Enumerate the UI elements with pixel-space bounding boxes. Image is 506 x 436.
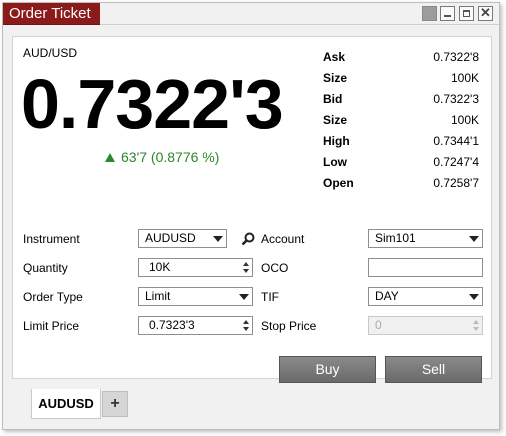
ask-label: Ask bbox=[323, 50, 346, 64]
oco-label: OCO bbox=[261, 261, 289, 275]
account-value: Sim101 bbox=[375, 231, 416, 245]
order-ticket-window: Order Ticket ✕ AUD/USD 0.7322'3 63'7 (0.… bbox=[2, 2, 500, 430]
open-label: Open bbox=[323, 176, 354, 190]
bid-size-label: Size bbox=[323, 113, 348, 127]
account-select[interactable]: Sim101 bbox=[368, 229, 483, 248]
price-change-text: 63'7 (0.8776 %) bbox=[121, 149, 220, 165]
title-bar[interactable]: Order Ticket ✕ bbox=[3, 3, 499, 25]
close-icon: ✕ bbox=[480, 5, 491, 20]
high-label: High bbox=[323, 134, 350, 148]
order-type-label: Order Type bbox=[23, 290, 83, 304]
spin-down-icon[interactable] bbox=[243, 269, 249, 273]
low-value: 0.7247'4 bbox=[433, 155, 479, 169]
maximize-button[interactable] bbox=[459, 6, 474, 21]
spin-down-icon bbox=[473, 327, 479, 331]
window-menu-icon[interactable] bbox=[422, 6, 437, 21]
high-value: 0.7344'1 bbox=[433, 134, 479, 148]
ask-size-label: Size bbox=[323, 71, 348, 85]
stop-price-value: 0 bbox=[375, 318, 382, 332]
limit-price-value: 0.7323'3 bbox=[149, 318, 195, 332]
buy-button[interactable]: Buy bbox=[279, 356, 376, 383]
stop-price-label: Stop Price bbox=[261, 319, 317, 333]
quote-instrument: AUD/USD bbox=[23, 46, 78, 60]
spin-up-icon bbox=[473, 320, 479, 324]
open-value: 0.7258'7 bbox=[433, 176, 479, 190]
oco-input[interactable] bbox=[368, 258, 483, 277]
price-change: 63'7 (0.8776 %) bbox=[105, 149, 219, 165]
title-divider bbox=[100, 24, 499, 25]
tif-value: DAY bbox=[375, 289, 399, 303]
tif-select[interactable]: DAY bbox=[368, 287, 483, 306]
up-arrow-icon bbox=[105, 153, 115, 162]
chevron-down-icon bbox=[239, 294, 249, 300]
bid-value: 0.7322'3 bbox=[433, 92, 479, 106]
limit-price-label: Limit Price bbox=[23, 319, 80, 333]
chevron-down-icon bbox=[213, 236, 223, 242]
order-type-value: Limit bbox=[145, 289, 171, 303]
spin-up-icon[interactable] bbox=[243, 320, 249, 324]
tab-audusd[interactable]: AUDUSD bbox=[31, 389, 101, 419]
stop-price-stepper: 0 bbox=[368, 316, 483, 335]
chevron-down-icon bbox=[469, 294, 479, 300]
spin-up-icon[interactable] bbox=[243, 262, 249, 266]
low-label: Low bbox=[323, 155, 347, 169]
chevron-down-icon bbox=[469, 236, 479, 242]
add-tab-button[interactable]: + bbox=[102, 391, 128, 417]
instrument-label: Instrument bbox=[23, 232, 80, 246]
account-label: Account bbox=[261, 232, 305, 246]
tif-label: TIF bbox=[261, 290, 279, 304]
instrument-value: AUDUSD bbox=[145, 231, 196, 245]
bid-size-value: 100K bbox=[450, 113, 479, 127]
limit-price-stepper[interactable]: 0.7323'3 bbox=[138, 316, 253, 335]
quantity-label: Quantity bbox=[23, 261, 68, 275]
ask-size-value: 100K bbox=[450, 71, 479, 85]
close-button[interactable]: ✕ bbox=[478, 6, 493, 21]
last-price: 0.7322'3 bbox=[21, 65, 284, 143]
minimize-button[interactable] bbox=[440, 6, 455, 21]
search-icon[interactable] bbox=[241, 232, 255, 246]
bid-label: Bid bbox=[323, 92, 343, 106]
sell-button[interactable]: Sell bbox=[385, 356, 482, 383]
instrument-select[interactable]: AUDUSD bbox=[138, 229, 227, 248]
window-title: Order Ticket bbox=[3, 3, 100, 25]
quantity-stepper[interactable]: 10K bbox=[138, 258, 253, 277]
order-panel: AUD/USD 0.7322'3 63'7 (0.8776 %) Ask 0.7… bbox=[12, 36, 492, 383]
spin-down-icon[interactable] bbox=[243, 327, 249, 331]
order-type-select[interactable]: Limit bbox=[138, 287, 253, 306]
quantity-value: 10K bbox=[149, 260, 171, 274]
ask-value: 0.7322'8 bbox=[433, 50, 479, 64]
